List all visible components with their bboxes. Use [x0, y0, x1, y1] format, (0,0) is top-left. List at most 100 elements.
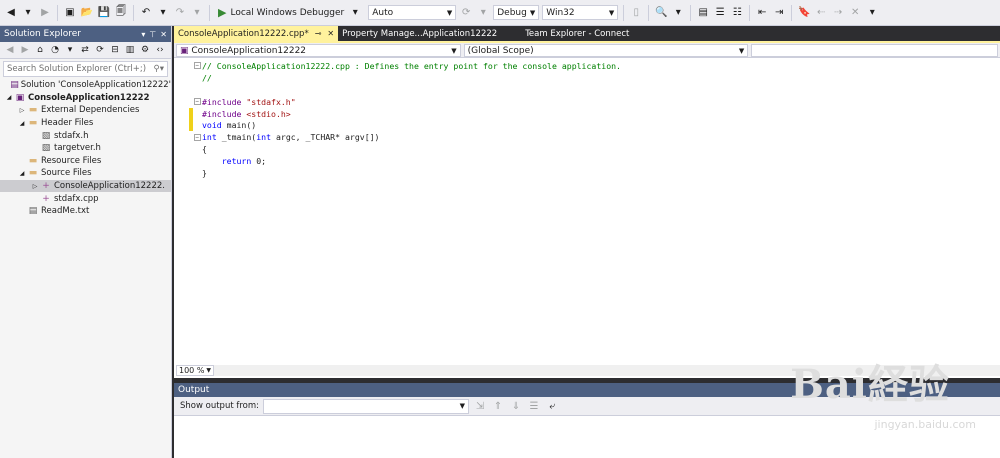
toolbar-overflow-icon[interactable]: ▾ [865, 6, 879, 20]
expanded-arrow-icon[interactable]: ◢ [17, 120, 27, 127]
fold-control[interactable]: − [192, 62, 202, 70]
tree-item[interactable]: ◢ ▬ Source Files [0, 167, 171, 180]
save-icon[interactable]: 💾 [97, 6, 111, 20]
previous-message-icon[interactable]: ⇑ [491, 399, 505, 413]
expanded-arrow-icon[interactable]: ◢ [17, 170, 27, 177]
collapse-all-icon[interactable]: ⊟ [109, 44, 121, 56]
pending-changes-filter-icon[interactable]: ◔ [49, 44, 61, 56]
properties-icon[interactable]: ⚙ [139, 44, 151, 56]
device-icon[interactable]: ▯ [629, 6, 643, 20]
bookmark-icon[interactable]: 🔖 [797, 6, 811, 20]
code-line[interactable]: } [174, 167, 1000, 179]
undo-icon[interactable]: ↶ [139, 6, 153, 20]
forward-icon[interactable]: ▶ [38, 6, 52, 20]
sync-icon[interactable]: ⇄ [79, 44, 91, 56]
collapse-region-icon[interactable]: − [193, 133, 201, 141]
collapsed-arrow-icon[interactable]: ▷ [17, 107, 27, 114]
search-placeholder: Search Solution Explorer (Ctrl+;) [7, 64, 147, 74]
gutter [174, 131, 192, 143]
dropdown-arrow-icon[interactable]: ▾ [671, 6, 685, 20]
code-line[interactable]: #include <stdio.h> [174, 107, 1000, 120]
document-tab[interactable]: ConsoleApplication12222.cpp* ⊸ ✕ [174, 26, 339, 41]
find-in-files-icon[interactable]: 🔍 [654, 6, 668, 20]
start-debugger-button[interactable]: ▶ Local Windows Debugger ▾ [215, 6, 365, 20]
auto-dropdown[interactable]: Auto ▼ [368, 5, 457, 20]
save-all-icon[interactable]: 🗐 [114, 6, 128, 20]
expanded-arrow-icon[interactable]: ◢ [4, 94, 14, 101]
code-line[interactable]: return 0; [174, 155, 1000, 167]
search-icon[interactable]: ⚲▾ [154, 64, 165, 74]
word-wrap-icon[interactable]: ⤶ [545, 399, 559, 413]
project-dropdown[interactable]: ▣ ConsoleApplication12222 ▼ [176, 44, 461, 57]
tree-item[interactable]: ▷ ▬ External Dependencies [0, 104, 171, 117]
clear-bookmarks-icon[interactable]: ✕ [848, 6, 862, 20]
show-all-files-icon[interactable]: ▥ [124, 44, 136, 56]
uncomment-icon[interactable]: ☷ [730, 6, 744, 20]
go-to-message-icon[interactable]: ⇲ [473, 399, 487, 413]
document-tab[interactable]: Team Explorer - Connect [521, 26, 633, 41]
clear-all-icon[interactable]: ☰ [527, 399, 541, 413]
comment-icon[interactable]: ☰ [713, 6, 727, 20]
collapse-region-icon[interactable]: − [193, 62, 201, 70]
fold-control[interactable]: − [192, 133, 202, 141]
code-line[interactable]: void main() [174, 119, 1000, 132]
dropdown-arrow-icon[interactable]: ▾ [21, 6, 35, 20]
open-file-icon[interactable]: 📂 [80, 6, 94, 20]
collapsed-arrow-icon[interactable]: ▷ [30, 183, 40, 190]
tree-item[interactable]: + stdafx.cpp [0, 192, 171, 205]
pin-icon[interactable]: ⊸ [315, 29, 322, 38]
indent-icon[interactable]: ⇥ [772, 6, 786, 20]
configuration-dropdown[interactable]: Debug ▼ [493, 5, 540, 20]
tree-item[interactable]: ▧ targetver.h [0, 142, 171, 155]
document-tab[interactable]: Property Manage...Application12222 [338, 26, 501, 41]
back-icon[interactable]: ◀ [4, 6, 18, 20]
close-icon[interactable]: ✕ [160, 30, 167, 39]
window-position-icon[interactable]: ▾ [141, 30, 145, 39]
new-project-icon[interactable]: ▣ [63, 6, 77, 20]
zoom-dropdown[interactable]: 100 % ▼ [176, 365, 215, 376]
code-line[interactable]: { [174, 143, 1000, 155]
dropdown-arrow-icon[interactable]: ▾ [190, 6, 204, 20]
dropdown-arrow-icon[interactable]: ▾ [476, 6, 490, 20]
dropdown-arrow-icon[interactable]: ▾ [64, 44, 76, 56]
tree-item[interactable]: ▤ Solution 'ConsoleApplication12222' [0, 79, 171, 92]
view-code-icon[interactable]: ‹› [154, 44, 166, 56]
output-source-dropdown[interactable]: ▼ [263, 398, 470, 414]
code-line[interactable] [174, 84, 1000, 96]
solution-explorer-search[interactable]: Search Solution Explorer (Ctrl+;) ⚲▾ [3, 61, 168, 77]
code-line[interactable]: − #include "stdafx.h" [174, 96, 1000, 108]
code-line[interactable]: −// ConsoleApplication12222.cpp : Define… [174, 60, 1000, 72]
back-icon[interactable]: ◀ [4, 44, 16, 56]
tree-item[interactable]: ◢ ▬ Header Files [0, 117, 171, 130]
redo-icon[interactable]: ↷ [173, 6, 187, 20]
tree-item[interactable]: ◢ ▣ ConsoleApplication12222 [0, 92, 171, 105]
tree-item[interactable]: ▷ + ConsoleApplication12222. [0, 179, 171, 193]
tree-item[interactable]: ▧ stdafx.h [0, 129, 171, 142]
code-area[interactable]: −// ConsoleApplication12222.cpp : Define… [174, 58, 1000, 179]
fold-control[interactable]: − [192, 98, 202, 106]
next-message-icon[interactable]: ⇓ [509, 399, 523, 413]
next-bookmark-icon[interactable]: ⇢ [831, 6, 845, 20]
previous-bookmark-icon[interactable]: ⇠ [814, 6, 828, 20]
code-line[interactable]: // [174, 72, 1000, 84]
code-token: 0; [251, 156, 267, 167]
member-dropdown[interactable] [751, 44, 999, 57]
home-icon[interactable]: ⌂ [34, 44, 46, 56]
code-line[interactable]: − int _tmain(int argc, _TCHAR* argv[]) [174, 131, 1000, 143]
close-tab-icon[interactable]: ✕ [327, 29, 334, 38]
platform-dropdown[interactable]: Win32 ▼ [542, 5, 619, 20]
code-editor[interactable]: ▣ ConsoleApplication12222 ▼ (Global Scop… [174, 41, 1000, 378]
outdent-icon[interactable]: ⇤ [755, 6, 769, 20]
dropdown-arrow-icon[interactable]: ▾ [156, 6, 170, 20]
chevron-down-icon: ▼ [451, 46, 457, 55]
solution-config-icon[interactable]: ▤ [696, 6, 710, 20]
folder-icon: ▬ [28, 168, 38, 179]
tree-item[interactable]: ▬ Resource Files [0, 155, 171, 168]
pin-icon[interactable]: ⊤ [149, 30, 156, 39]
tree-item[interactable]: ▤ ReadMe.txt [0, 205, 171, 218]
forward-icon[interactable]: ▶ [19, 44, 31, 56]
collapse-region-icon[interactable]: − [193, 98, 201, 106]
refresh-icon[interactable]: ⟳ [94, 44, 106, 56]
scope-dropdown[interactable]: (Global Scope) ▼ [463, 44, 749, 57]
refresh-icon[interactable]: ⟳ [459, 6, 473, 20]
